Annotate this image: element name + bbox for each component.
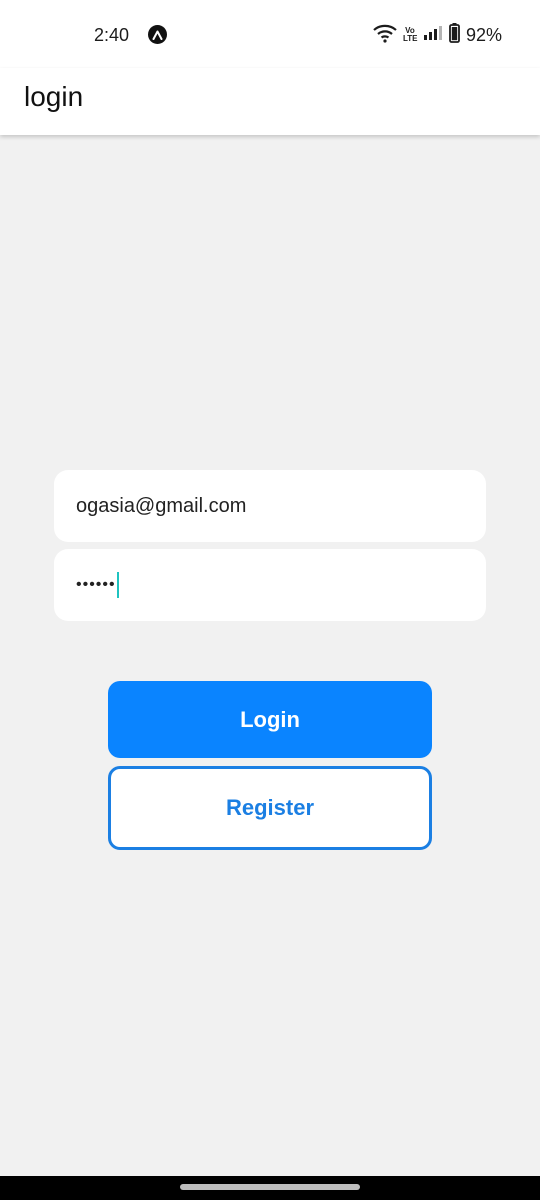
login-button-label: Login bbox=[240, 706, 300, 732]
home-gesture-handle[interactable] bbox=[180, 1184, 360, 1190]
battery-percent: 92% bbox=[465, 25, 502, 45]
navigation-arrow-icon bbox=[148, 25, 167, 44]
password-field[interactable]: •••••• bbox=[54, 549, 486, 621]
text-cursor bbox=[116, 572, 119, 598]
volte-bottom-label: LTE bbox=[402, 34, 418, 43]
password-mask: •••••• bbox=[76, 576, 116, 593]
status-time: 2:40 bbox=[94, 25, 130, 45]
app-bar: login bbox=[0, 68, 540, 135]
login-button[interactable]: Login bbox=[108, 681, 432, 758]
volte-indicator: Vo LTE bbox=[402, 27, 418, 43]
signal-icon bbox=[423, 25, 443, 45]
page-title: login bbox=[24, 81, 84, 112]
status-bar: 2:40 Vo LTE 92% bbox=[0, 0, 540, 68]
register-button-label: Register bbox=[225, 795, 315, 820]
email-value: ogasia@gmail.com bbox=[76, 494, 247, 517]
email-field[interactable]: ogasia@gmail.com bbox=[54, 470, 486, 542]
battery-icon bbox=[449, 22, 460, 48]
status-icons: Vo LTE 92% bbox=[373, 22, 502, 48]
register-button[interactable]: Register bbox=[108, 766, 432, 850]
system-navigation-bar bbox=[0, 1176, 540, 1200]
wifi-icon bbox=[373, 23, 397, 48]
